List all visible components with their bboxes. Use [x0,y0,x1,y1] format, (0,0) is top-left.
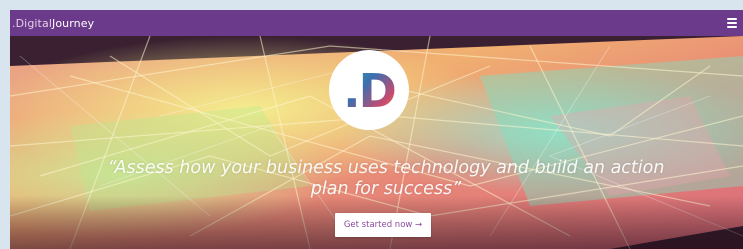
get-started-button[interactable]: Get started now → [335,213,431,237]
hero-section: .D “Assess how your business uses techno… [10,36,743,249]
top-navbar: .Digital Journey [10,10,743,36]
hamburger-menu-icon[interactable] [727,18,737,28]
brand-name-bold: Journey [51,16,95,30]
page-frame: .Digital Journey .D “Assess how your bus… [10,10,743,249]
menu-bar [727,26,737,28]
menu-bar [727,22,737,24]
logo-circle-badge: .D [329,50,409,130]
brand-name-light: .Digital [12,16,52,30]
hero-quote: “Assess how your business uses technolog… [107,158,665,199]
logo-mark: .D [343,64,397,118]
menu-bar [727,18,737,20]
brand-logo-link[interactable]: .Digital Journey [12,17,94,30]
